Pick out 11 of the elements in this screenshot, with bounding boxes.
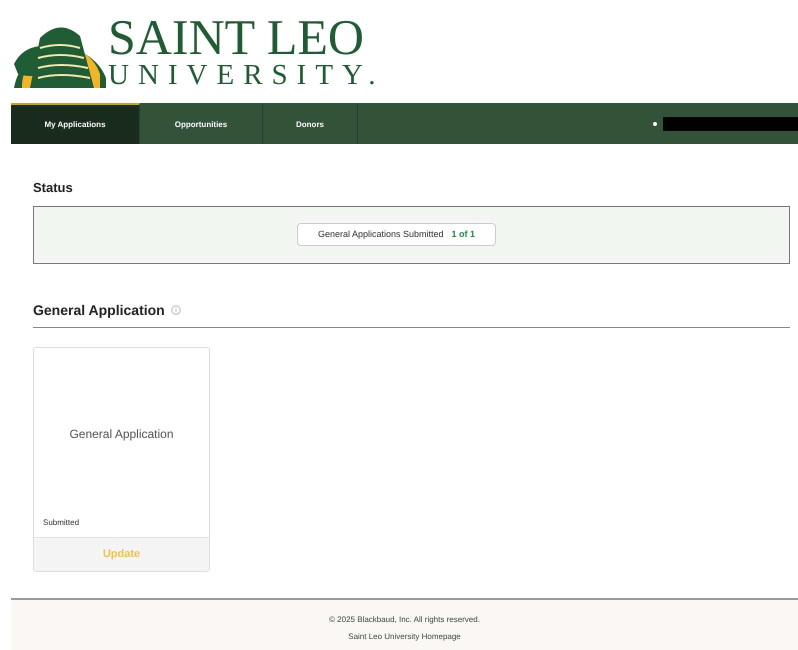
nav-tab[interactable]: My Applications [11, 103, 140, 144]
summary-count: 1 of 1 [452, 228, 476, 241]
logo-subtitle: UNIVERSITY. [108, 60, 384, 90]
copyright-text: © 2025 Blackbaud, Inc. All rights reserved. [329, 614, 480, 626]
logo-wordmark: SAINT LEO [108, 14, 364, 60]
section-heading: Status [33, 179, 74, 197]
section-heading: General Application [33, 300, 165, 320]
card-status: Submitted [43, 516, 80, 528]
homepage-link[interactable]: Saint Leo University Homepage [348, 630, 461, 642]
summary-label: General Applications Submitted [318, 228, 444, 241]
card-title: General Application [68, 426, 175, 442]
